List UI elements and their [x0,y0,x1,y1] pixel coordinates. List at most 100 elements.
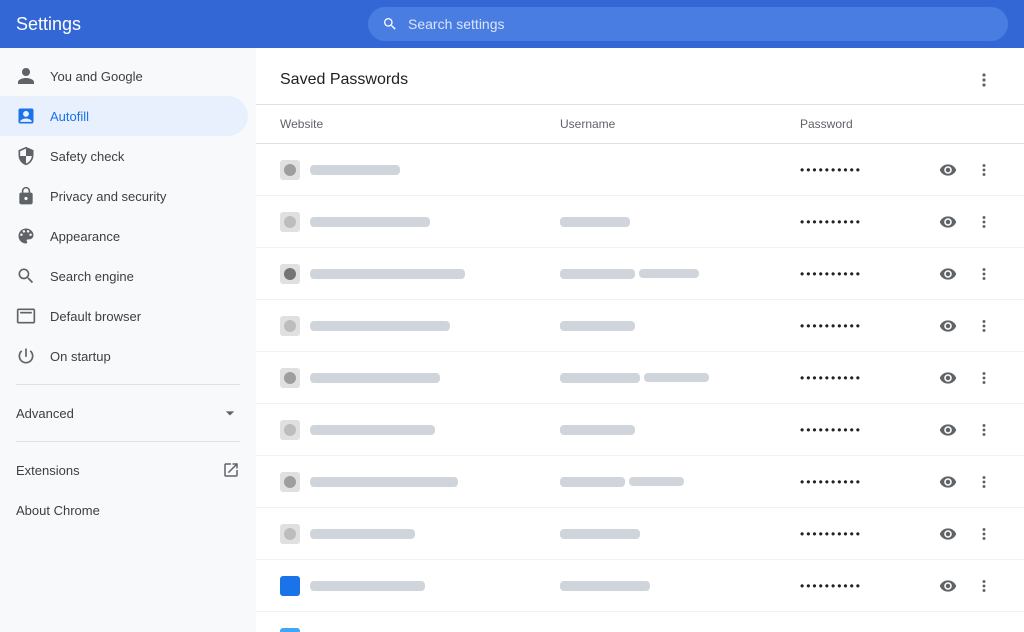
row-more-button[interactable] [968,622,1000,632]
row-password: •••••••••• [800,579,932,593]
row-more-button[interactable] [968,466,1000,498]
row-username [560,321,800,331]
more-vert-icon [975,317,993,335]
show-password-button[interactable] [932,466,964,498]
row-website [280,576,560,596]
row-more-button[interactable] [968,206,1000,238]
site-icon [280,316,300,336]
sidebar-item-search-engine[interactable]: Search engine [0,256,248,296]
blurred-username [560,581,650,591]
table-row[interactable]: •••••••••• [256,300,1024,352]
show-password-button[interactable] [932,154,964,186]
more-options-button[interactable] [968,64,1000,96]
show-password-button[interactable] [932,518,964,550]
table-row[interactable]: •••••••••• [256,352,1024,404]
row-password: •••••••••• [800,527,932,541]
palette-icon [16,226,36,246]
show-password-button[interactable] [932,258,964,290]
show-password-button[interactable] [932,206,964,238]
browser-icon [16,306,36,326]
person-icon [16,66,36,86]
show-password-button[interactable] [932,570,964,602]
table-row[interactable]: •••••••••• [256,248,1024,300]
sidebar-advanced-label: Advanced [16,406,206,421]
row-more-button[interactable] [968,570,1000,602]
lock-icon [16,186,36,206]
site-icon [280,524,300,544]
site-icon [280,472,300,492]
show-password-button[interactable] [932,622,964,632]
row-website [280,628,560,632]
site-icon [280,212,300,232]
table-row[interactable]: •••••••••• [256,508,1024,560]
row-more-button[interactable] [968,154,1000,186]
table-row[interactable]: •••••••••• [256,196,1024,248]
sidebar-extensions-label: Extensions [16,463,208,478]
row-actions [932,622,1000,632]
chevron-down-icon [220,403,240,423]
eye-icon [939,629,957,632]
sidebar-label-you-and-google: You and Google [50,69,143,84]
row-password: •••••••••• [800,475,932,489]
autofill-icon [16,106,36,126]
sidebar-item-default-browser[interactable]: Default browser [0,296,248,336]
row-password: •••••••••• [800,371,932,385]
row-actions [932,206,1000,238]
password-dots: •••••••••• [800,423,862,437]
table-row[interactable]: •••••••••• [256,612,1024,632]
show-password-button[interactable] [932,414,964,446]
app-title: Settings [16,14,356,35]
sidebar-item-privacy-security[interactable]: Privacy and security [0,176,248,216]
more-vert-icon [975,629,993,632]
search-input[interactable] [408,16,994,32]
sidebar-divider [16,384,240,385]
table-row[interactable]: •••••••••• [256,560,1024,612]
eye-icon [939,213,957,231]
blurred-website [310,425,435,435]
row-website [280,212,560,232]
sidebar-advanced[interactable]: Advanced [0,393,256,433]
blurred-website [310,477,458,487]
sidebar-item-autofill[interactable]: Autofill [0,96,248,136]
password-dots: •••••••••• [800,267,862,281]
blurred-website [310,165,400,175]
sidebar-label-search-engine: Search engine [50,269,134,284]
row-more-button[interactable] [968,414,1000,446]
sidebar-item-extensions[interactable]: Extensions [0,450,256,490]
more-vert-icon [975,421,993,439]
more-vert-icon [975,265,993,283]
row-more-button[interactable] [968,362,1000,394]
sidebar: You and Google Autofill Safety check Pri… [0,48,256,632]
sidebar-item-you-and-google[interactable]: You and Google [0,56,248,96]
blurred-website [310,269,465,279]
more-vert-icon [975,577,993,595]
sidebar-about-label: About Chrome [16,503,100,518]
sidebar-item-on-startup[interactable]: On startup [0,336,248,376]
site-icon [280,160,300,180]
table-row[interactable]: •••••••••• [256,456,1024,508]
row-password: •••••••••• [800,423,932,437]
row-more-button[interactable] [968,518,1000,550]
col-password-header: Password [800,113,1000,135]
row-username [560,217,800,227]
more-vert-icon [975,473,993,491]
show-password-button[interactable] [932,310,964,342]
row-more-button[interactable] [968,258,1000,290]
table-row[interactable]: •••••••••• [256,404,1024,456]
more-vert-icon [975,161,993,179]
search-icon [382,16,398,32]
sidebar-item-safety-check[interactable]: Safety check [0,136,248,176]
row-more-button[interactable] [968,310,1000,342]
content-area: Saved Passwords Website Username Passwor… [256,48,1024,632]
sidebar-item-appearance[interactable]: Appearance [0,216,248,256]
show-password-button[interactable] [932,362,964,394]
sidebar-item-about-chrome[interactable]: About Chrome [0,490,256,530]
table-row[interactable]: •••••••••• [256,144,1024,196]
row-website [280,316,560,336]
password-dots: •••••••••• [800,579,862,593]
site-icon [280,628,300,632]
sidebar-label-safety-check: Safety check [50,149,124,164]
row-website [280,264,560,284]
blurred-website [310,529,415,539]
search-bar[interactable] [368,7,1008,41]
